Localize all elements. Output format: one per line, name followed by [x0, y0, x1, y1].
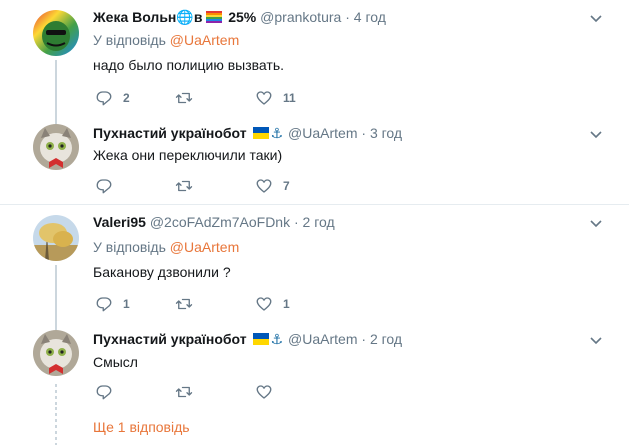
timestamp[interactable]: 3 год: [370, 125, 402, 141]
separator-dot: ·: [361, 331, 367, 347]
thread-dotted-line: [55, 384, 57, 407]
reply-icon: [96, 297, 112, 312]
handle[interactable]: @UaArtem: [288, 125, 357, 141]
reply-icon: [96, 91, 112, 106]
heart-icon: [256, 385, 272, 399]
separator-dot: ·: [361, 125, 367, 141]
reply-context: У відповідь @UaArtem: [93, 32, 239, 48]
tweet[interactable]: Пухнастий українобот ⚓ @UaArtem · 2 год С…: [0, 322, 629, 407]
avatar[interactable]: [33, 215, 79, 261]
tweet[interactable]: Жека Вольн🌐в 25% @prankotura · 4 год У в…: [0, 0, 629, 118]
avatar[interactable]: [33, 10, 79, 56]
retweet-icon: [175, 92, 193, 104]
reply-button[interactable]: [95, 176, 123, 196]
thread-line: [55, 265, 57, 322]
like-count: 11: [283, 91, 296, 105]
reply-prefix: У відповідь: [93, 239, 166, 255]
tweet-text: Жека они переключили таки): [93, 147, 283, 163]
anchor-icon: ⚓: [270, 331, 284, 347]
tweet-header: Пухнастий українобот ⚓ @UaArtem · 2 год: [93, 331, 402, 348]
ukraine-flag-icon: [253, 333, 270, 345]
heart-icon: [256, 297, 272, 311]
separator-dot: ·: [345, 9, 350, 25]
tweet-text: Смысл: [93, 354, 138, 370]
reply-icon: [96, 385, 112, 400]
tweet[interactable]: Valeri95 @2coFAdZm7AoFDnk · 2 год У відп…: [0, 205, 629, 322]
like-button[interactable]: [255, 382, 283, 402]
handle[interactable]: @prankotura: [260, 9, 341, 25]
tweet-header: Жека Вольн🌐в 25% @prankotura · 4 год: [93, 9, 386, 26]
retweet-icon: [175, 180, 193, 192]
chevron-down-icon[interactable]: [589, 333, 603, 347]
handle[interactable]: @2coFAdZm7AoFDnk: [150, 214, 290, 230]
tweet-header: Valeri95 @2coFAdZm7AoFDnk · 2 год: [93, 214, 335, 230]
tweet-header: Пухнастий українобот ⚓ @UaArtem · 3 год: [93, 125, 402, 142]
chevron-down-icon[interactable]: [589, 127, 603, 141]
ukraine-flag-icon: [253, 127, 270, 139]
rainbow-flag-icon: [206, 11, 223, 23]
like-count: 7: [283, 179, 290, 193]
heart-icon: [256, 91, 272, 105]
reply-button[interactable]: 2: [95, 88, 130, 108]
reply-button[interactable]: [95, 382, 123, 402]
tweet-text: Баканову дзвонили ?: [93, 264, 231, 280]
thread-line: [55, 60, 57, 118]
retweet-button[interactable]: [175, 88, 203, 108]
like-button[interactable]: 7: [255, 176, 290, 196]
thread-dotted-line: [55, 407, 57, 445]
handle[interactable]: @UaArtem: [288, 331, 357, 347]
reply-button[interactable]: 1: [95, 294, 130, 314]
retweet-icon: [175, 386, 193, 398]
display-name[interactable]: Valeri95: [93, 214, 146, 230]
retweet-button[interactable]: [175, 294, 203, 314]
retweet-icon: [175, 298, 193, 310]
timestamp[interactable]: 2 год: [370, 331, 402, 347]
display-name[interactable]: Пухнастий українобот: [93, 125, 247, 141]
like-button[interactable]: 1: [255, 294, 290, 314]
reply-icon: [96, 179, 112, 194]
avatar[interactable]: [33, 124, 79, 170]
display-name[interactable]: Жека Вольн: [93, 9, 176, 25]
like-button[interactable]: 11: [255, 88, 296, 108]
tweet[interactable]: Пухнастий українобот ⚓ @UaArtem · 3 год Ж…: [0, 118, 629, 204]
display-name-suffix: в: [193, 9, 203, 25]
globe-icon: 🌐: [176, 9, 194, 25]
retweet-button[interactable]: [175, 382, 203, 402]
reply-context: У відповідь @UaArtem: [93, 239, 239, 255]
heart-icon: [256, 179, 272, 193]
reply-count: 2: [123, 91, 130, 105]
tweet-text: надо было полицию вызвать.: [93, 57, 284, 73]
reply-mention[interactable]: @UaArtem: [170, 239, 239, 255]
thread-line: [55, 322, 57, 330]
chevron-down-icon[interactable]: [589, 11, 603, 25]
anchor-icon: ⚓: [270, 125, 284, 141]
avatar[interactable]: [33, 330, 79, 376]
chevron-down-icon[interactable]: [589, 216, 603, 230]
reply-prefix: У відповідь: [93, 32, 166, 48]
separator-dot: ·: [293, 214, 299, 230]
like-count: 1: [283, 297, 290, 311]
timestamp[interactable]: 4 год: [354, 9, 386, 25]
display-name[interactable]: Пухнастий українобот: [93, 331, 247, 347]
reply-count: 1: [123, 297, 130, 311]
show-more-replies-link[interactable]: Ще 1 відповідь: [93, 419, 190, 435]
display-name-extra: 25%: [228, 9, 257, 25]
retweet-button[interactable]: [175, 176, 203, 196]
timestamp[interactable]: 2 год: [303, 214, 335, 230]
reply-mention[interactable]: @UaArtem: [170, 32, 239, 48]
